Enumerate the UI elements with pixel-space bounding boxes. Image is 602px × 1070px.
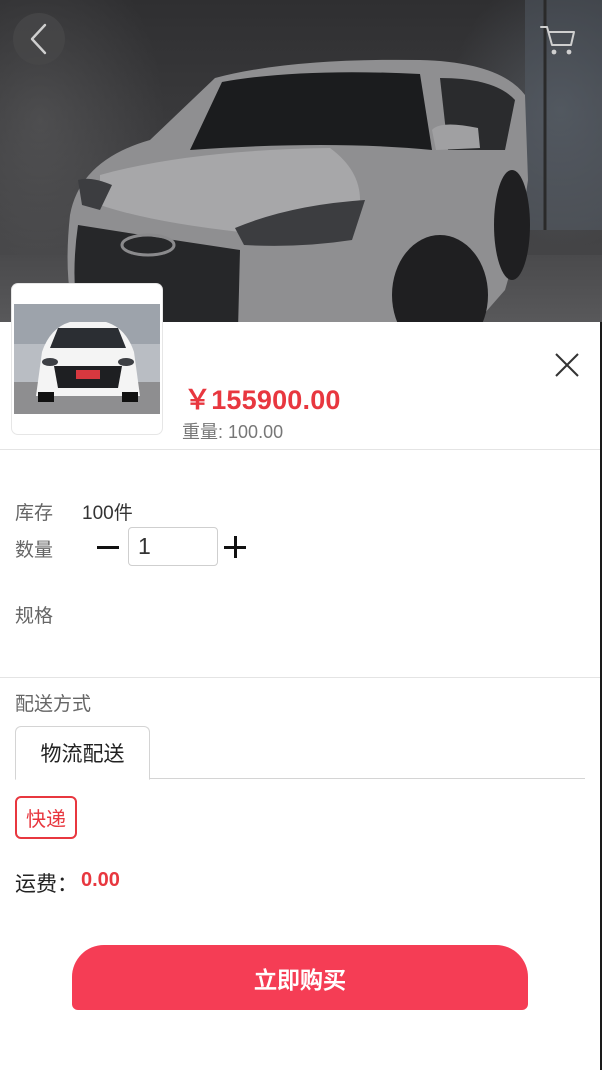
tab-logistics-delivery[interactable]: 物流配送 (15, 726, 150, 780)
chevron-left-icon (30, 23, 47, 55)
quantity-decrease-button[interactable] (94, 533, 124, 563)
quantity-label: 数量 (15, 540, 54, 561)
delivery-label: 配送方式 (15, 694, 92, 715)
stock-label: 库存 (15, 503, 54, 524)
quantity-increase-button[interactable] (221, 533, 251, 563)
cart-button[interactable] (536, 18, 580, 62)
express-option-chip[interactable]: 快递 (15, 796, 77, 839)
product-purchase-page: ￥155900.00 重量: 100.00 库存 100件 数量 规格 配送方式… (0, 0, 602, 1070)
back-button[interactable] (13, 13, 65, 65)
freight-label: 运费： (15, 873, 78, 896)
buy-now-button[interactable]: 立即购买 (72, 945, 528, 1010)
close-icon (555, 353, 579, 377)
header-divider (0, 449, 600, 450)
cart-icon (540, 26, 575, 55)
weight-label: 重量: (182, 422, 224, 442)
product-thumbnail-image (14, 304, 160, 414)
car-illustration (67, 0, 602, 330)
product-thumbnail (12, 284, 162, 434)
weight-row: 重量: 100.00 (182, 418, 283, 444)
spec-label: 规格 (15, 606, 54, 627)
product-price: ￥155900.00 (184, 385, 341, 415)
quantity-input[interactable] (128, 527, 218, 566)
stock-value: 100件 (82, 503, 133, 524)
spec-divider (0, 677, 600, 678)
weight-value: 100.00 (228, 422, 284, 442)
car-thumbnail-illustration (14, 304, 160, 414)
close-button[interactable] (548, 346, 586, 384)
product-hero-image (0, 0, 602, 330)
freight-value: 0.00 (81, 869, 120, 891)
